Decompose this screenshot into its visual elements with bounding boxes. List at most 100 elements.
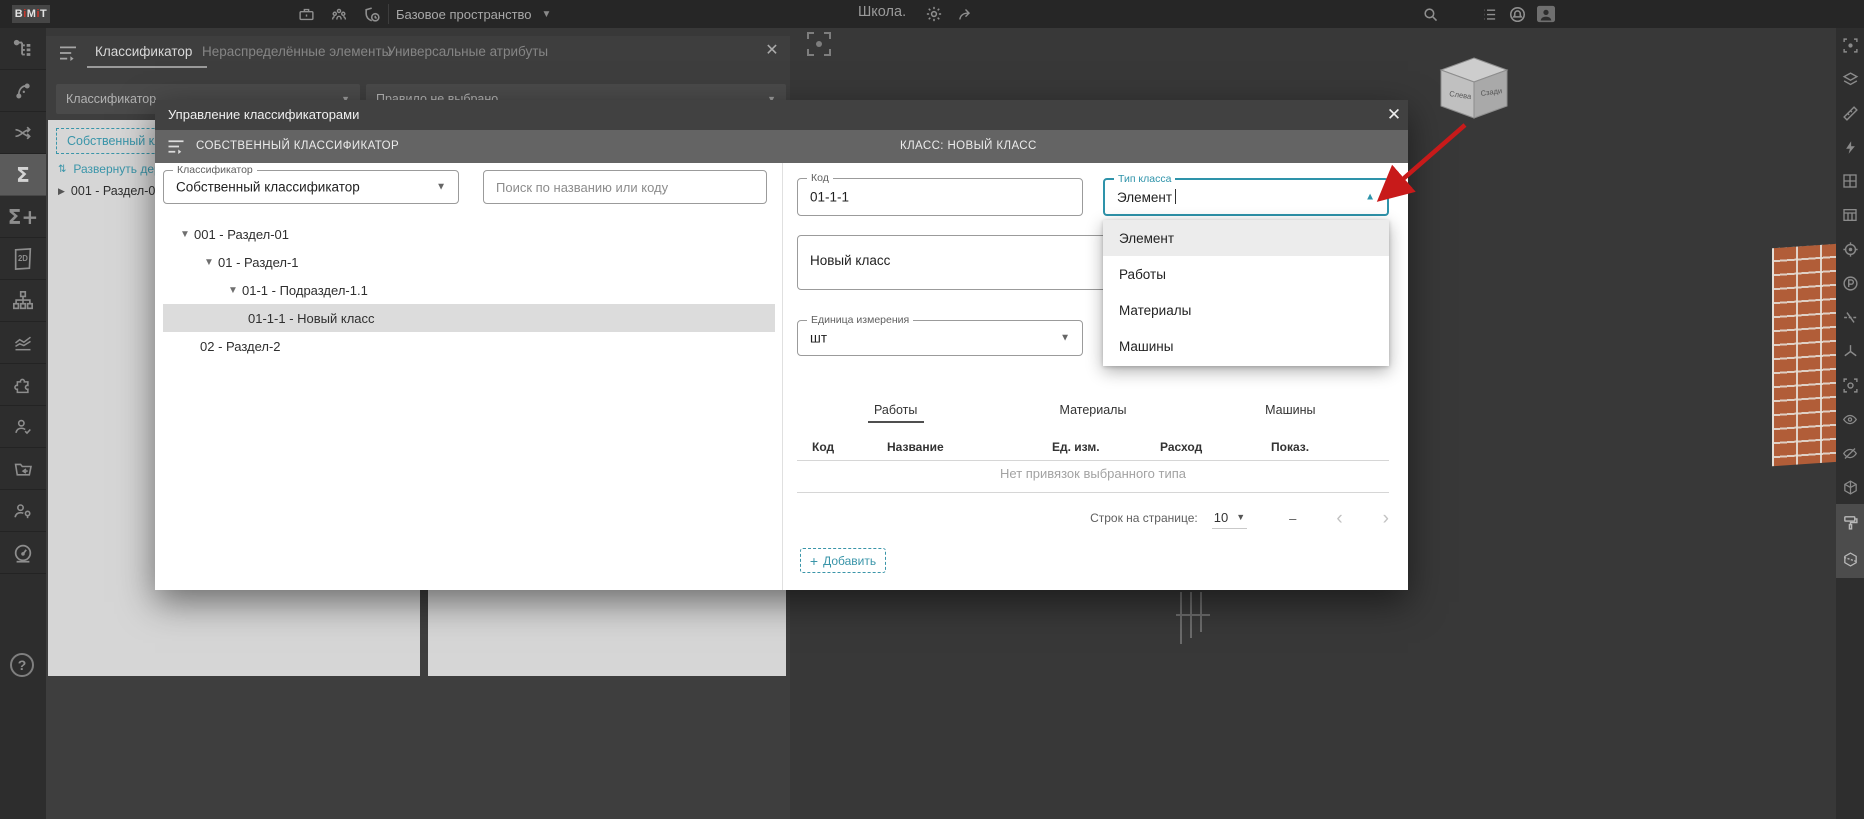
option-machines[interactable]: Машины — [1103, 328, 1389, 364]
chevron-down-icon[interactable]: ▼ — [228, 285, 242, 296]
next-page-button[interactable]: › — [1383, 509, 1389, 528]
focus-icon[interactable] — [1836, 368, 1864, 402]
eye-icon[interactable] — [1836, 402, 1864, 436]
user-check-icon[interactable] — [0, 406, 46, 448]
option-element[interactable]: Элемент — [1103, 220, 1389, 256]
tree-node[interactable]: ▼ 01 - Раздел-1 — [163, 248, 775, 276]
table-header-divider — [797, 460, 1389, 461]
classifier-dropdown-label: Классификатор — [66, 92, 156, 106]
lightning-icon[interactable] — [1836, 130, 1864, 164]
tab-classifier[interactable]: Классификатор — [95, 44, 192, 59]
app-logo[interactable]: BiMiT — [12, 5, 50, 23]
select-area-icon[interactable] — [1836, 28, 1864, 62]
code-field[interactable]: Код 01-1-1 — [797, 178, 1083, 216]
class-type-value: Элемент — [1117, 189, 1176, 205]
workspace-select-label: Базовое пространство — [396, 7, 532, 22]
rows-per-page-value: 10 — [1214, 510, 1228, 525]
app-window: BiMiT Базовое пространство ▼ Школа. — [0, 0, 1864, 819]
code-field-label: Код — [807, 172, 833, 184]
eye-off-icon[interactable] — [1836, 436, 1864, 470]
model-fragment — [1176, 614, 1210, 616]
tab-machines[interactable]: Машины — [1192, 403, 1389, 423]
branch-icon[interactable] — [0, 70, 46, 112]
search-icon[interactable] — [1422, 6, 1439, 23]
wireframe-icon[interactable] — [1836, 470, 1864, 504]
tree-node-label: 01-1-1 - Новый класс — [248, 311, 375, 326]
line-chart-icon[interactable] — [0, 322, 46, 364]
col-header-show: Показ. — [1271, 440, 1309, 454]
paint-roller-icon[interactable] — [1836, 504, 1864, 541]
tree-node[interactable]: ▼ 001 - Раздел-01 — [163, 220, 775, 248]
add-button[interactable]: + Добавить — [800, 548, 886, 573]
sigma-glyph: Σ — [16, 163, 30, 187]
option-works[interactable]: Работы — [1103, 256, 1389, 292]
list-icon[interactable] — [1481, 7, 1498, 22]
classifier-select[interactable]: Классификатор Собственный классификатор … — [163, 170, 459, 204]
rows-per-page-select[interactable]: 10 ▼ — [1212, 508, 1247, 529]
prev-page-button[interactable]: ‹ — [1336, 509, 1342, 528]
gear-icon[interactable] — [925, 5, 943, 23]
notifications-icon[interactable] — [1508, 5, 1527, 24]
expand-tree-label: Развернуть дере — [73, 162, 167, 176]
clip-box-icon[interactable] — [1836, 541, 1864, 578]
close-icon[interactable]: ✕ — [762, 41, 782, 61]
tree-structure-icon[interactable] — [0, 28, 46, 70]
section-cut-icon[interactable] — [1836, 300, 1864, 334]
panel-menu-icon[interactable] — [58, 45, 78, 66]
measure-icon[interactable] — [1836, 96, 1864, 130]
folder-share-icon[interactable] — [0, 448, 46, 490]
sigma-plus-glyph: Σ+ — [8, 205, 38, 229]
search-input[interactable] — [483, 170, 767, 204]
chevron-down-icon[interactable]: ▼ — [180, 229, 194, 240]
close-icon[interactable]: ✕ — [1384, 105, 1404, 125]
workspace-select[interactable]: Базовое пространство ▼ — [396, 0, 551, 28]
axes-icon[interactable] — [1836, 334, 1864, 368]
sigma-icon[interactable]: Σ — [0, 154, 46, 196]
col-header-name: Название — [887, 440, 944, 454]
table-icon[interactable] — [1836, 198, 1864, 232]
screenshot-area-icon[interactable] — [806, 31, 832, 62]
briefcase-icon[interactable] — [298, 6, 315, 23]
model-fragment — [1200, 592, 1202, 632]
tree-node[interactable]: ▼ 01-1 - Подраздел-1.1 — [163, 276, 775, 304]
rows-per-page-label: Строк на странице: — [1090, 511, 1198, 525]
classifier-menu-icon[interactable] — [167, 139, 185, 159]
parking-icon[interactable] — [1836, 266, 1864, 300]
share-icon[interactable] — [956, 6, 975, 23]
tree-node-selected[interactable]: 01-1-1 - Новый класс — [163, 304, 775, 332]
2d-icon[interactable]: 2D — [0, 238, 46, 280]
tab-works[interactable]: Работы — [797, 403, 994, 423]
tab-unassigned-elements[interactable]: Нераспределённые элементы — [202, 44, 391, 59]
team-icon[interactable] — [330, 6, 348, 23]
shield-clock-icon[interactable] — [363, 5, 382, 24]
table-bottom-divider — [797, 492, 1389, 493]
col-header-rate: Расход — [1160, 440, 1202, 454]
expand-tree-link[interactable]: ⇅ Развернуть дере — [58, 162, 167, 176]
add-button-label: Добавить — [823, 554, 876, 568]
org-chart-icon[interactable] — [0, 280, 46, 322]
attachment-tabs: Работы Материалы Машины — [797, 403, 1389, 423]
layers-icon[interactable] — [1836, 62, 1864, 96]
user-pin-icon[interactable] — [0, 490, 46, 532]
tab-universal-attributes[interactable]: Универсальные атрибуты — [387, 44, 548, 59]
gauge-icon[interactable] — [0, 532, 46, 574]
view-cube[interactable]: Слева Сзади — [1437, 56, 1511, 120]
tree-node[interactable]: 02 - Раздел-2 — [163, 332, 775, 360]
help-button[interactable]: ? — [10, 653, 34, 677]
unit-select[interactable]: Единица измерения шт ▼ — [797, 320, 1083, 356]
classifier-management-modal: Управление классификаторами ✕ СОБСТВЕННЫ… — [155, 100, 1408, 590]
class-type-select[interactable]: Тип класса Элемент ▲ — [1103, 178, 1389, 216]
tree-node[interactable]: ▶ 001 - Раздел-01 — [58, 184, 162, 198]
shuffle-icon[interactable] — [0, 112, 46, 154]
own-classifier-chip-label: Собственный кл — [67, 134, 162, 148]
chevron-down-icon[interactable]: ▼ — [204, 257, 218, 268]
option-materials[interactable]: Материалы — [1103, 292, 1389, 328]
account-icon[interactable] — [1536, 5, 1556, 28]
chevron-up-icon[interactable]: ▲ — [1365, 192, 1375, 203]
puzzle-icon[interactable] — [0, 364, 46, 406]
model-fragment — [1180, 592, 1182, 644]
grid-box-icon[interactable] — [1836, 164, 1864, 198]
sigma-plus-icon[interactable]: Σ+ — [0, 196, 46, 238]
target-icon[interactable] — [1836, 232, 1864, 266]
tab-materials[interactable]: Материалы — [994, 403, 1191, 423]
